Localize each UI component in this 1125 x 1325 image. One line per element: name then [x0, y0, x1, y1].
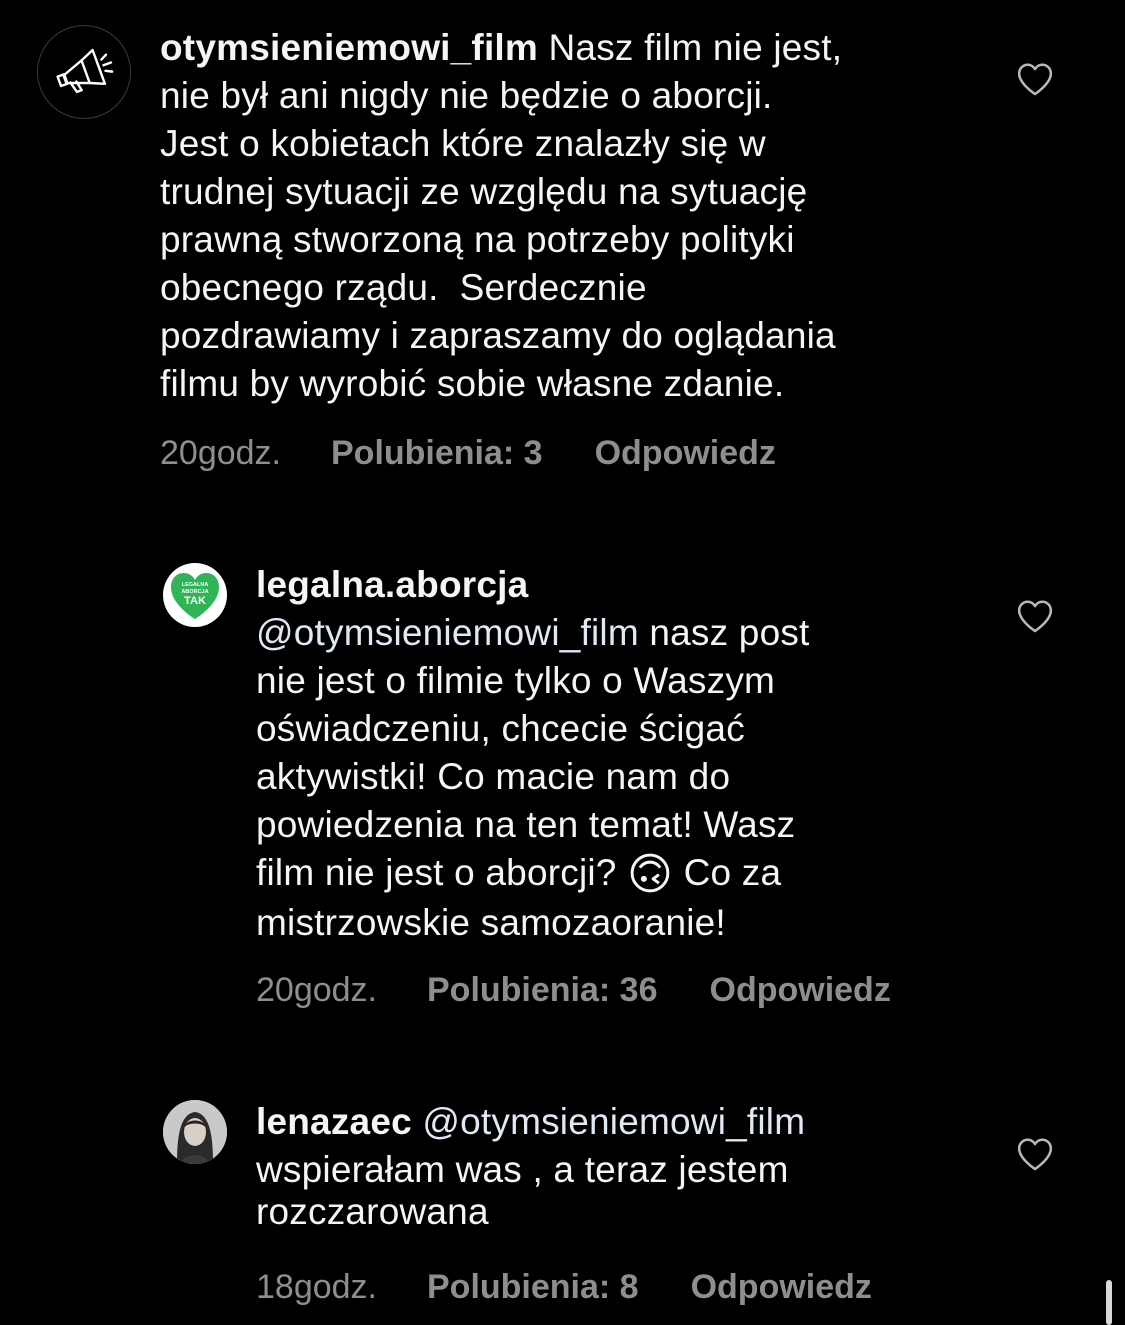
avatar-legalna-aborcja[interactable]: LEGALNA ABORCJA TAK	[163, 563, 227, 627]
likes-count-button[interactable]: Polubienia: 36	[427, 971, 658, 1010]
comment-username[interactable]: otymsieniemowi_film	[160, 27, 538, 68]
avatar-otymsieniemowi[interactable]	[37, 25, 131, 119]
comment-text-line: wspierałam was , a teraz jestem	[256, 1149, 789, 1190]
mention-link[interactable]: @otymsieniemowi_film	[256, 612, 639, 653]
comment-text-line: oświadczeniu, chcecie ścigać	[256, 708, 745, 749]
comment-meta: 20godz. Polubienia: 36 Odpowiedz	[256, 971, 891, 1010]
comment-body: legalna.aborcja @otymsieniemowi_film nas…	[256, 561, 1076, 947]
comment-text-line: pozdrawiamy i zapraszamy do oglądania	[160, 315, 836, 356]
comment-username[interactable]: lenazaec	[256, 1101, 412, 1142]
comment-text-line: nasz post	[649, 612, 810, 653]
reply-button[interactable]: Odpowiedz	[595, 434, 776, 473]
comment-text-line: powiedzenia na ten temat! Wasz	[256, 804, 796, 845]
comment-text-line: mistrzowskie samozaoranie!	[256, 902, 726, 943]
logo-line1: LEGALNA	[182, 582, 209, 588]
comment-body: otymsieniemowi_film Nasz film nie jest, …	[160, 24, 1060, 408]
comment-time: 20godz.	[256, 971, 377, 1009]
comment-time: 18godz.	[256, 1268, 377, 1306]
legalna-aborcja-logo: LEGALNA ABORCJA TAK	[171, 573, 219, 619]
comment-text-line: prawną stworzoną na potrzeby polityki	[160, 219, 795, 260]
comment-username[interactable]: legalna.aborcja	[256, 561, 1076, 609]
comment-text-line: trudnej sytuacji ze względu na sytuację	[160, 171, 808, 212]
comment-text-line: nie był ani nigdy nie będzie o aborcji.	[160, 75, 773, 116]
avatar-lenazaec[interactable]	[163, 1100, 227, 1164]
heart-icon[interactable]	[1016, 1136, 1054, 1172]
comment-text-line: nie jest o filmie tylko o Waszym	[256, 660, 776, 701]
comment-body: lenazaec @otymsieniemowi_film wspierałam…	[256, 1098, 1076, 1236]
heart-icon[interactable]	[1016, 61, 1054, 97]
reply-button[interactable]: Odpowiedz	[710, 971, 891, 1010]
scrollbar-thumb[interactable]	[1106, 1280, 1112, 1325]
heart-icon[interactable]	[1016, 598, 1054, 634]
likes-count-button[interactable]: Polubienia: 8	[427, 1268, 639, 1307]
profile-photo	[163, 1100, 227, 1164]
comment-text-line: film nie jest o aborcji?	[256, 852, 628, 893]
comment-text-line: aktywistki! Co macie nam do	[256, 756, 731, 797]
logo-line3: TAK	[184, 595, 206, 607]
comment-meta: 18godz. Polubienia: 8 Odpowiedz	[256, 1268, 872, 1307]
comment-text-line: obecnego rządu. Serdecznie	[160, 267, 647, 308]
comment-text-line: filmu by wyrobić sobie własne zdanie.	[160, 363, 785, 404]
comment-text-line: Nasz film nie jest,	[548, 27, 843, 68]
megaphone-icon	[56, 48, 114, 94]
mention-link[interactable]: @otymsieniemowi_film	[422, 1101, 805, 1142]
likes-count-button[interactable]: Polubienia: 3	[331, 434, 543, 473]
comment-time: 20godz.	[160, 434, 281, 472]
comment-meta: 20godz. Polubienia: 3 Odpowiedz	[160, 434, 776, 473]
comment-text-line: Jest o kobietach które znalazły się w	[160, 123, 766, 164]
comment-text-line: rozczarowana	[256, 1191, 489, 1232]
reply-button[interactable]: Odpowiedz	[691, 1268, 872, 1307]
comment-text-line: Co za	[683, 852, 782, 893]
upside-down-face-emoji: 🙃	[627, 850, 674, 899]
